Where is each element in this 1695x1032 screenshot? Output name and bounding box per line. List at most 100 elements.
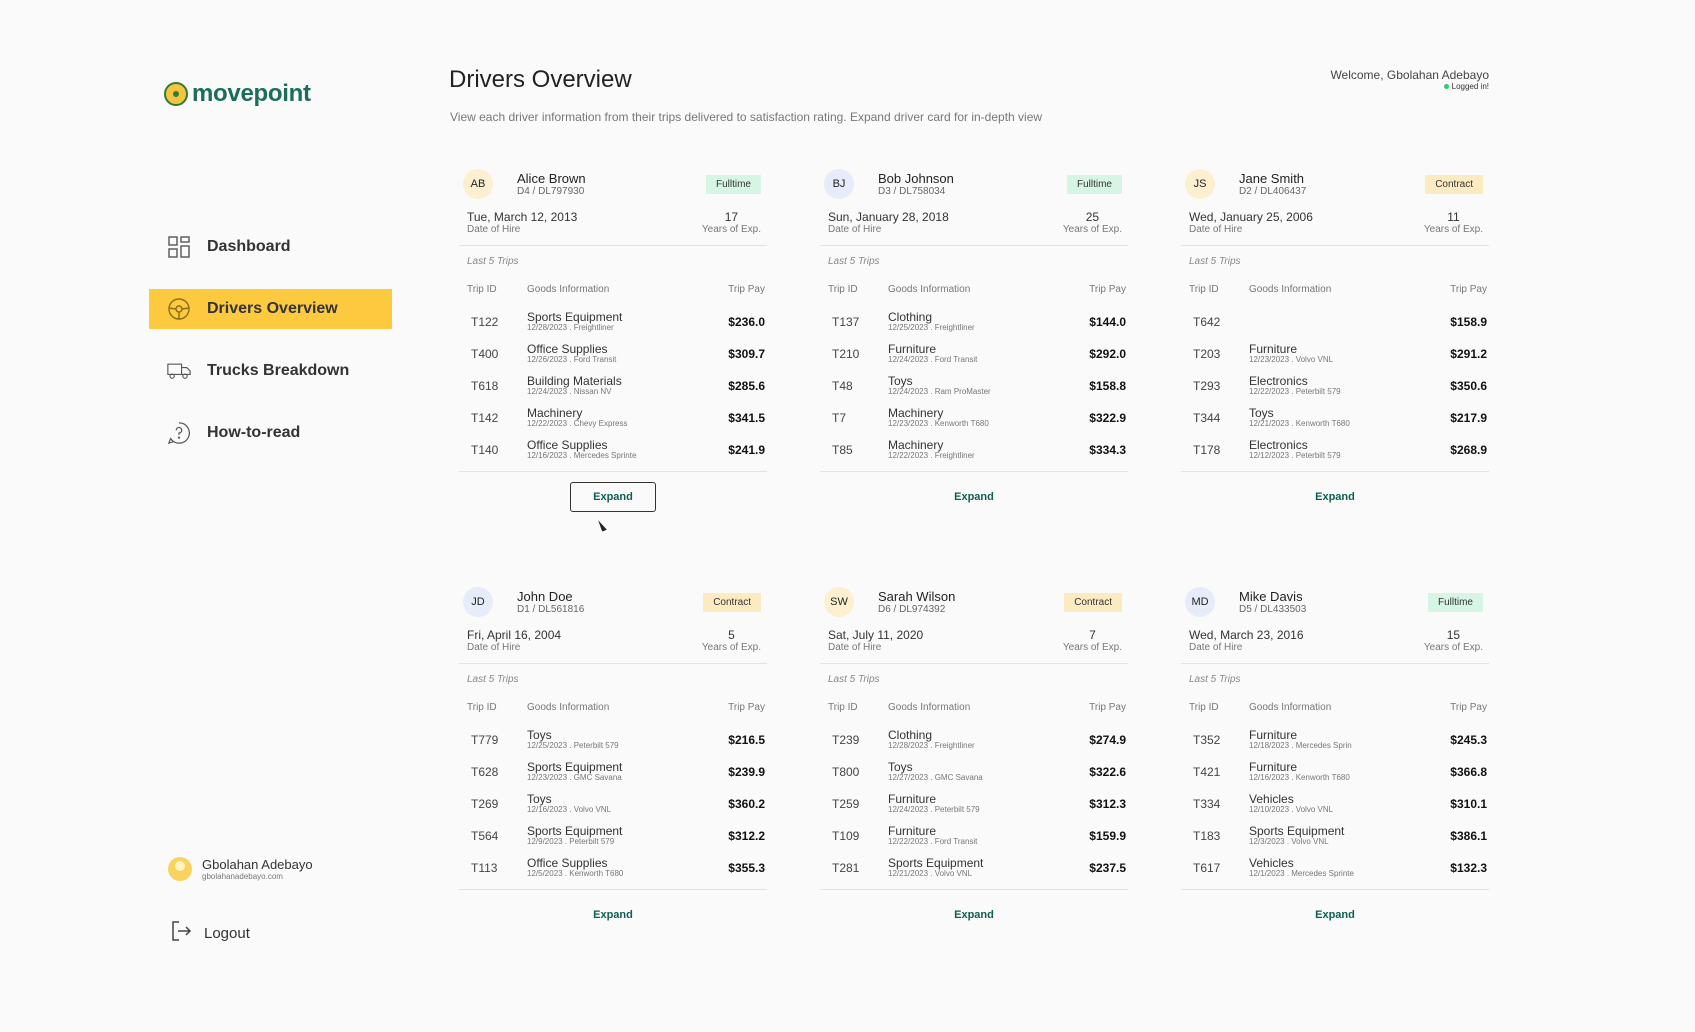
trip-goods: Office Supplies 12/5/2023 . Kenworth T68… [527,857,705,879]
expand-button[interactable]: Expand [1292,900,1378,930]
hire-date: Tue, March 12, 2013 [467,210,578,224]
years-of-exp: 25 [1085,210,1100,224]
trip-pay: $312.2 [728,829,765,843]
goods-meta: 12/24/2023 . Ford Transit [888,355,978,364]
trip-pay: $132.3 [1450,861,1487,875]
sidebar-item-label: How-to-read [207,424,301,441]
trip-pay: $334.3 [1089,443,1126,457]
trip-row: T779 Toys 12/25/2023 . Peterbilt 579 $21… [459,724,771,756]
trip-goods: Building Materials 12/24/2023 . Nissan N… [527,375,705,397]
trip-row: T344 Toys 12/21/2023 . Kenworth T680 $21… [1181,402,1493,434]
goods-meta: 12/21/2023 . Volvo VNL [888,869,973,878]
driver-name-block: Jane Smith D2 / DL406437 [1239,171,1425,197]
driver-card-header: AB Alice Brown D4 / DL797930 Fulltime [459,166,771,202]
goods-meta: 12/16/2023 . Mercedes Sprinte [527,451,637,460]
employment-badge: Fulltime [1427,592,1483,612]
driver-card-header: MD Mike Davis D5 / DL433503 Fulltime [1181,584,1493,620]
driver-name: Alice Brown [517,171,586,186]
trip-pay: $292.0 [1089,347,1126,361]
driver-name: John Doe [517,589,573,604]
sidebar-item-drivers-overview[interactable]: Drivers Overview [149,289,392,329]
goods-name: Furniture [888,793,937,806]
trip-goods: Furniture 12/22/2023 . Ford Transit [888,825,1066,847]
trip-pay: $360.2 [728,797,765,811]
trips-table-header: Trip ID Goods Information Trip Pay [1181,694,1493,724]
trip-pay: $310.1 [1450,797,1487,811]
goods-name: Toys [888,761,913,774]
hire-info: Fri, April 16, 2004 Date of Hire 5 Years… [459,620,767,664]
last-trips-caption: Last 5 Trips [1189,674,1241,685]
goods-meta: 12/26/2023 . Ford Transit [527,355,617,364]
trip-goods: Furniture 12/16/2023 . Kenworth T680 [1249,761,1427,783]
driver-card-header: JS Jane Smith D2 / DL406437 Contract [1181,166,1493,202]
trip-goods: Sports Equipment 12/23/2023 . GMC Savana [527,761,705,783]
expand-button[interactable]: Expand [931,900,1017,930]
col-trip-id: Trip ID [467,702,497,713]
trip-row: T210 Furniture 12/24/2023 . Ford Transit… [820,338,1132,370]
trip-goods: Sports Equipment 12/21/2023 . Volvo VNL [888,857,1066,879]
truck-icon [167,359,191,383]
trip-goods: Machinery 12/22/2023 . Chevy Express [527,407,705,429]
trip-id: T800 [832,765,860,779]
expand-wrap: Expand [820,890,1132,930]
goods-meta: 12/21/2023 . Kenworth T680 [1249,419,1350,428]
trip-row: T334 Vehicles 12/10/2023 . Volvo VNL $31… [1181,788,1493,820]
trip-row: T800 Toys 12/27/2023 . GMC Savana $322.6 [820,756,1132,788]
trip-id: T109 [832,829,860,843]
trip-goods: Furniture 12/23/2023 . Volvo VNL [1249,343,1427,365]
sidebar-item-how-to-read[interactable]: How-to-read [149,413,392,453]
driver-name-block: Sarah Wilson D6 / DL974392 [878,589,1064,615]
trip-id: T618 [471,379,499,393]
driver-id: D3 / DL758034 [878,186,946,197]
trips-table-header: Trip ID Goods Information Trip Pay [459,694,771,724]
trip-pay: $309.7 [728,347,765,361]
trip-id: T203 [1193,347,1221,361]
goods-meta: 12/27/2023 . GMC Savana [888,773,983,782]
sidebar-item-trucks-breakdown[interactable]: Trucks Breakdown [149,351,392,391]
steering-wheel-icon [167,297,191,321]
driver-id: D5 / DL433503 [1239,604,1307,615]
col-pay: Trip Pay [728,284,765,295]
driver-id: D4 / DL797930 [517,186,585,197]
trip-row: T564 Sports Equipment 12/9/2023 . Peterb… [459,820,771,852]
col-trip-id: Trip ID [828,702,858,713]
expand-button[interactable]: Expand [931,482,1017,512]
trip-id: T281 [832,861,860,875]
brand-logo[interactable]: movepoint [164,80,311,108]
goods-name: Machinery [888,407,944,420]
hire-info: Wed, March 23, 2016 Date of Hire 15 Year… [1181,620,1489,664]
trip-id: T122 [471,315,499,329]
trip-row: T259 Furniture 12/24/2023 . Peterbilt 57… [820,788,1132,820]
sidebar-nav: Dashboard Drivers Overview Trucks Breakd… [149,227,392,475]
goods-meta: 12/5/2023 . Kenworth T680 [527,869,624,878]
goods-meta: 12/24/2023 . Nissan NV [527,387,612,396]
last-trips-caption: Last 5 Trips [828,674,880,685]
trip-pay: $341.5 [728,411,765,425]
expand-button[interactable]: Expand [1292,482,1378,512]
brand-name: movepoint [192,80,311,107]
trips-table-header: Trip ID Goods Information Trip Pay [820,694,1132,724]
expand-wrap: Expand [459,890,771,930]
driver-card-header: JD John Doe D1 / DL561816 Contract [459,584,771,620]
trip-goods: Machinery 12/22/2023 . Freightliner [888,439,1066,461]
driver-name: Sarah Wilson [878,589,956,604]
driver-id: D2 / DL406437 [1239,186,1307,197]
expand-button[interactable]: Expand [570,482,656,512]
trip-goods: Sports Equipment 12/28/2023 . Freightlin… [527,311,705,333]
logout-button[interactable]: Logout [170,920,250,947]
expand-wrap: Expand [459,472,771,512]
employment-badge: Contract [703,592,761,612]
last-trips-caption: Last 5 Trips [1189,256,1241,267]
driver-avatar: BJ [824,169,854,199]
trip-pay: $216.5 [728,733,765,747]
trip-row: T642 $158.9 [1181,306,1493,338]
col-goods: Goods Information [888,284,971,295]
trip-id: T178 [1193,443,1221,457]
sidebar-item-dashboard[interactable]: Dashboard [149,227,392,267]
user-profile[interactable]: Gbolahan Adebayo gbolahanadebayo.com [168,857,313,881]
expand-button[interactable]: Expand [570,900,656,930]
trip-pay: $355.3 [728,861,765,875]
trip-id: T779 [471,733,499,747]
last-trips-caption: Last 5 Trips [467,674,519,685]
trip-goods: Clothing 12/25/2023 . Freightliner [888,311,1066,333]
